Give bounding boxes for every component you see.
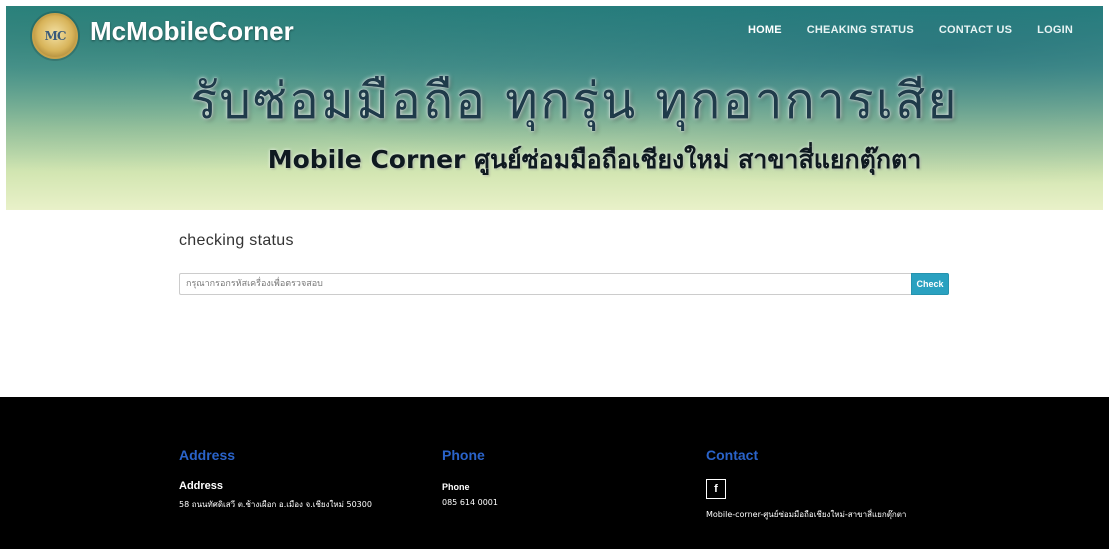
footer-contact-column: Contact f Mobile-corner-ศูนย์ซ่อมมือถือเ…	[706, 447, 946, 522]
address-text: 58 ถนนทัศดิเสวี ต.ช้างเผือก อ.เมือง จ.เช…	[179, 500, 372, 509]
nav-contact-us[interactable]: CONTACT US	[939, 24, 1012, 36]
facebook-page-link[interactable]: Mobile-corner-ศูนย์ซ่อมมือถือเชียงใหม่-ส…	[706, 507, 946, 522]
banner-headline: รับซ่อมมือถือ ทุกรุ่น ทุกอาการเสีย	[190, 72, 959, 130]
footer-phone-column: Phone Phone 085 614 0001	[442, 447, 498, 507]
page-title: checking status	[179, 232, 294, 249]
logo-text: MC	[44, 29, 67, 43]
footer: Address Address 58 ถนนทัศดิเสวี ต.ช้างเผ…	[0, 397, 1109, 549]
check-button[interactable]: Check	[911, 273, 949, 295]
nav-home[interactable]: HOME	[748, 24, 782, 36]
status-search-form: Check	[179, 273, 949, 295]
address-heading: Address	[179, 447, 236, 463]
nav-login[interactable]: LOGIN	[1037, 24, 1073, 36]
nav-checking-status[interactable]: CHEAKING STATUS	[807, 24, 914, 36]
footer-address-column: Address Address 58 ถนนทัศดิเสวี ต.ช้างเผ…	[179, 447, 372, 511]
brand-name[interactable]: McMobileCorner	[90, 16, 294, 47]
phone-number: 085 614 0001	[442, 498, 498, 507]
logo[interactable]: MC	[32, 13, 78, 59]
contact-heading: Contact	[706, 447, 759, 463]
device-code-input[interactable]	[179, 273, 911, 295]
address-subheading: Address	[179, 480, 224, 492]
phone-subheading: Phone	[442, 482, 470, 492]
top-nav: HOME CHEAKING STATUS CONTACT US LOGIN	[723, 24, 1073, 36]
phone-heading: Phone	[442, 447, 485, 463]
facebook-icon[interactable]: f	[706, 479, 726, 499]
banner-subheadline: Mobile Corner ศูนย์ซ่อมมือถือเชียงใหม่ ส…	[267, 145, 922, 174]
hero-banner: MC McMobileCorner HOME CHEAKING STATUS C…	[6, 6, 1103, 210]
